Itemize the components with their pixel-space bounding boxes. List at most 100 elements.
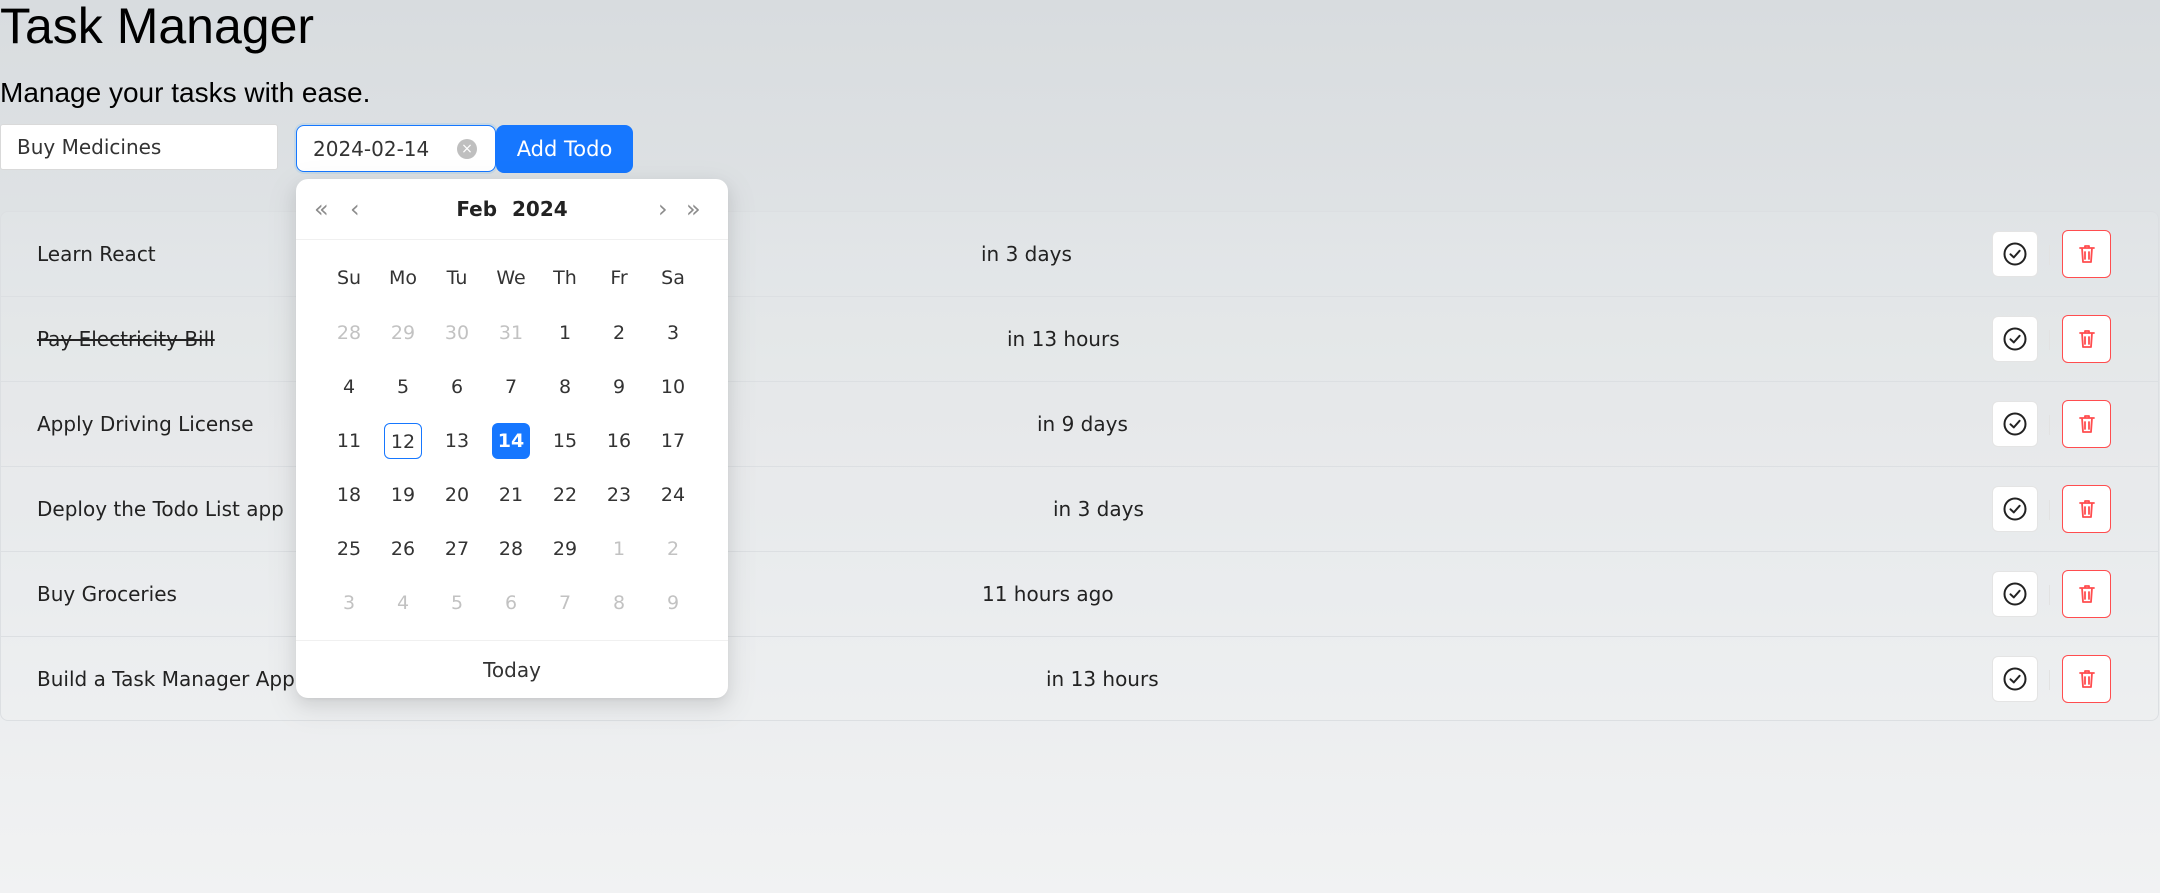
- weekday-label: Sa: [661, 267, 685, 289]
- weekday-label: Su: [336, 267, 362, 289]
- date-picker-dropdown: « ‹ Feb 2024 › » Su Mo Tu We Th Fr Sa 28…: [296, 179, 728, 698]
- task-input[interactable]: [0, 124, 278, 170]
- calendar-day[interactable]: 30: [438, 315, 476, 351]
- calendar-day[interactable]: 2: [600, 315, 638, 351]
- calendar-day[interactable]: 5: [438, 585, 476, 621]
- trash-icon: [2078, 670, 2095, 688]
- check-circle-icon: [2003, 412, 2027, 436]
- trash-icon: [2078, 245, 2095, 263]
- calendar-day[interactable]: 26: [384, 531, 422, 567]
- action-divider: [2049, 415, 2050, 435]
- calendar-day[interactable]: 1: [600, 531, 638, 567]
- action-divider: [2049, 330, 2050, 350]
- weekday-label: Tu: [446, 267, 468, 289]
- page-subtitle: Manage your tasks with ease.: [0, 77, 371, 108]
- calendar-day[interactable]: 28: [330, 315, 368, 351]
- calendar-day[interactable]: 22: [546, 477, 584, 513]
- calendar-day[interactable]: 1: [546, 315, 584, 351]
- calendar-day[interactable]: 24: [654, 477, 692, 513]
- trash-icon: [2078, 500, 2095, 518]
- todo-title: Build a Task Manager App: [37, 667, 295, 691]
- delete-button[interactable]: [2062, 570, 2111, 618]
- calendar-day[interactable]: 13: [438, 423, 476, 459]
- date-value: 2024-02-14: [313, 137, 430, 161]
- calendar-day[interactable]: 29: [384, 315, 422, 351]
- delete-button[interactable]: [2062, 655, 2111, 703]
- delete-button[interactable]: [2062, 230, 2111, 278]
- delete-button[interactable]: [2062, 315, 2111, 363]
- calendar-day[interactable]: 14: [492, 423, 530, 459]
- trash-icon: [2078, 415, 2095, 433]
- calendar-day[interactable]: 2: [654, 531, 692, 567]
- calendar-day[interactable]: 15: [546, 423, 584, 459]
- calendar-day[interactable]: 28: [492, 531, 530, 567]
- todo-title: Deploy the Todo List app: [37, 497, 284, 521]
- chevron-right-icon[interactable]: ›: [658, 195, 668, 223]
- delete-button[interactable]: [2062, 400, 2111, 448]
- calendar-day[interactable]: 9: [600, 369, 638, 405]
- todo-title: Buy Groceries: [37, 582, 177, 606]
- calendar-day[interactable]: 7: [546, 585, 584, 621]
- trash-icon: [2078, 585, 2095, 603]
- todo-due: in 3 days: [981, 242, 1072, 266]
- today-button[interactable]: Today: [296, 640, 728, 699]
- check-circle-icon: [2003, 327, 2027, 351]
- complete-button[interactable]: [1992, 401, 2038, 447]
- calendar-day[interactable]: 4: [330, 369, 368, 405]
- calendar-day[interactable]: 23: [600, 477, 638, 513]
- delete-button[interactable]: [2062, 485, 2111, 533]
- calendar-day[interactable]: 20: [438, 477, 476, 513]
- calendar-day[interactable]: 18: [330, 477, 368, 513]
- calendar-day[interactable]: 9: [654, 585, 692, 621]
- calendar-day[interactable]: 8: [546, 369, 584, 405]
- calendar-day[interactable]: 7: [492, 369, 530, 405]
- calendar-day[interactable]: 5: [384, 369, 422, 405]
- calendar-day[interactable]: 3: [330, 585, 368, 621]
- todo-due: in 13 hours: [1046, 667, 1159, 691]
- calendar-day[interactable]: 8: [600, 585, 638, 621]
- calendar-day[interactable]: 27: [438, 531, 476, 567]
- calendar-day[interactable]: 31: [492, 315, 530, 351]
- todo-due: in 9 days: [1037, 412, 1128, 436]
- add-todo-button[interactable]: Add Todo: [496, 125, 633, 173]
- weekday-label: We: [496, 267, 526, 289]
- calendar-day[interactable]: 17: [654, 423, 692, 459]
- calendar-year[interactable]: 2024: [512, 197, 568, 221]
- calendar-day[interactable]: 11: [330, 423, 368, 459]
- date-picker-input[interactable]: 2024-02-14 ×: [296, 125, 496, 172]
- weekday-label: Fr: [610, 267, 628, 289]
- complete-button[interactable]: [1992, 571, 2038, 617]
- complete-button[interactable]: [1992, 316, 2038, 362]
- complete-button[interactable]: [1992, 656, 2038, 702]
- calendar-day[interactable]: 12: [384, 423, 422, 459]
- calendar-day[interactable]: 21: [492, 477, 530, 513]
- calendar-day[interactable]: 19: [384, 477, 422, 513]
- action-divider: [2049, 245, 2050, 265]
- calendar-day[interactable]: 10: [654, 369, 692, 405]
- calendar-day[interactable]: 16: [600, 423, 638, 459]
- close-circle-icon[interactable]: ×: [457, 139, 477, 159]
- complete-button[interactable]: [1992, 231, 2038, 277]
- calendar-header: « ‹ Feb 2024 › »: [296, 179, 728, 240]
- calendar-day[interactable]: 29: [546, 531, 584, 567]
- double-chevron-right-icon[interactable]: »: [686, 195, 701, 223]
- calendar-month[interactable]: Feb: [456, 197, 497, 221]
- todo-title: Learn React: [37, 242, 156, 266]
- calendar-day[interactable]: 4: [384, 585, 422, 621]
- calendar-day[interactable]: 6: [492, 585, 530, 621]
- calendar-day[interactable]: 3: [654, 315, 692, 351]
- todo-title: Pay Electricity Bill: [37, 327, 215, 351]
- check-circle-icon: [2003, 582, 2027, 606]
- todo-title: Apply Driving License: [37, 412, 254, 436]
- calendar-day[interactable]: 6: [438, 369, 476, 405]
- complete-button[interactable]: [1992, 486, 2038, 532]
- check-circle-icon: [2003, 497, 2027, 521]
- action-divider: [2049, 670, 2050, 690]
- todo-due: in 13 hours: [1007, 327, 1120, 351]
- calendar-day[interactable]: 25: [330, 531, 368, 567]
- weekday-label: Th: [553, 267, 577, 289]
- page-title: Task Manager: [0, 0, 315, 54]
- action-divider: [2049, 500, 2050, 520]
- weekday-label: Mo: [388, 267, 418, 289]
- todo-due: 11 hours ago: [982, 582, 1114, 606]
